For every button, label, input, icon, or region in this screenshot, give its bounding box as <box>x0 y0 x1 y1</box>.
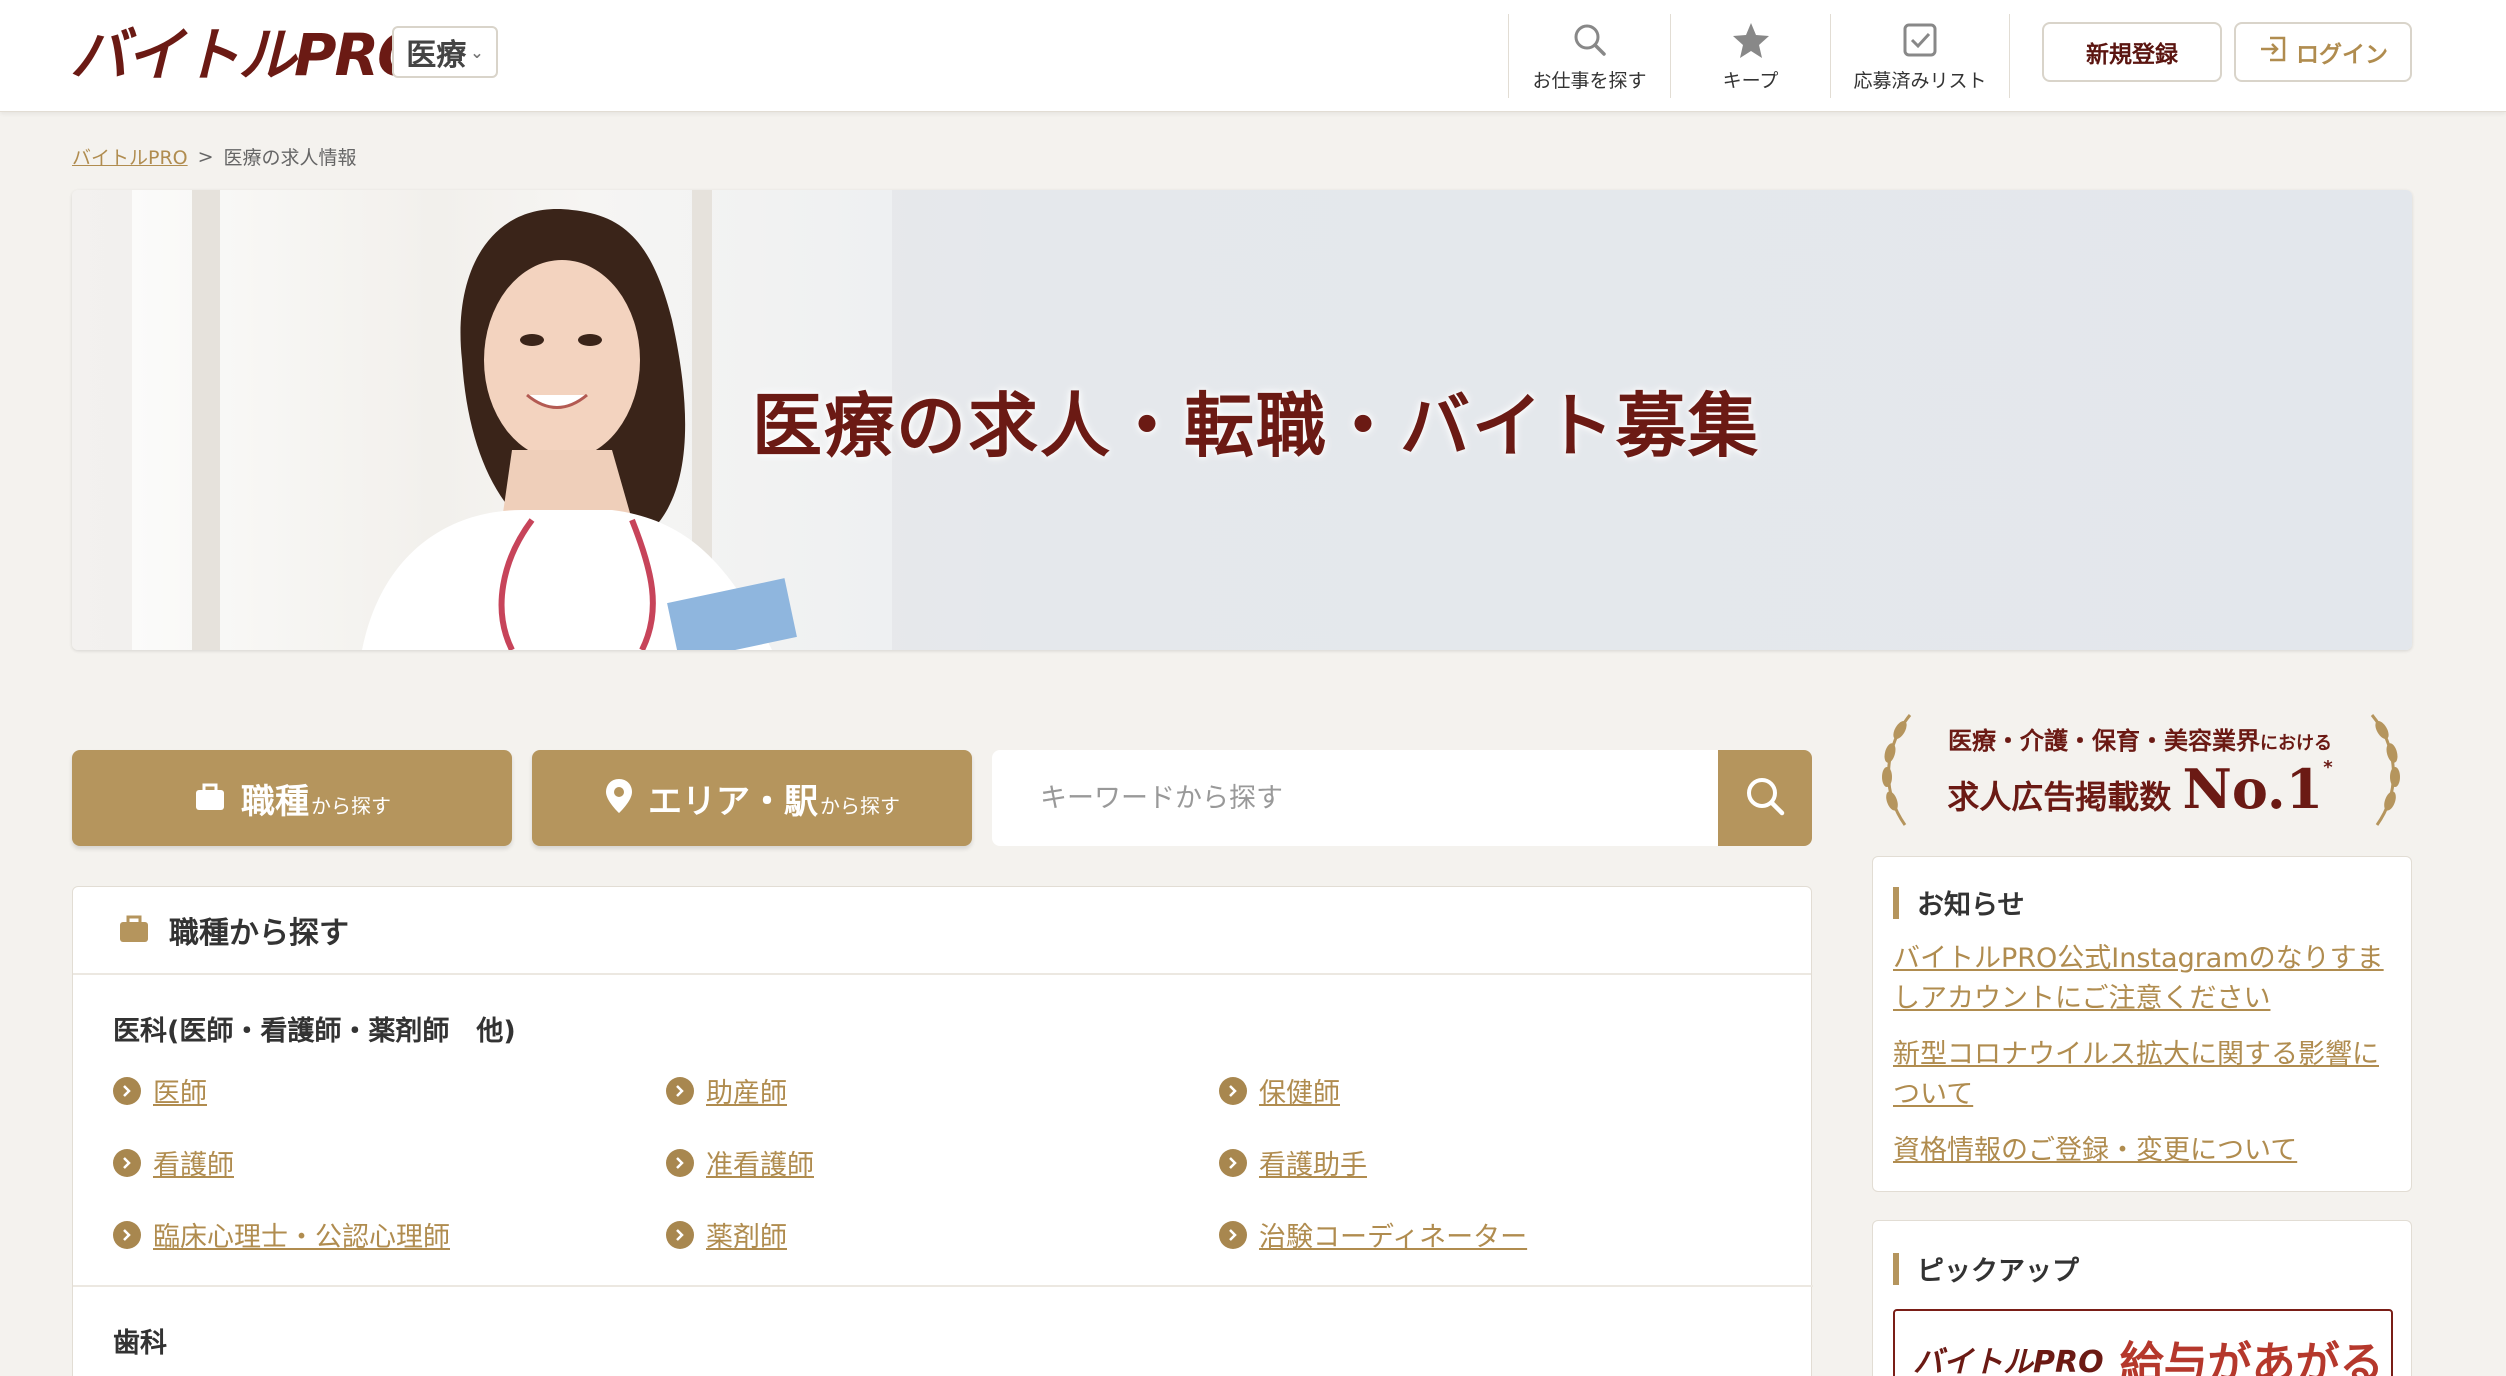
pickup-banner-logo: バイトルPRO <box>1913 1345 2104 1376</box>
pickup-banner-text: 給与があがる <box>2119 1338 2384 1376</box>
job-category-panel: 職種から探す 医科(医師・看護師・薬剤師 他) 医師 助産師 保健師 看護師 准… <box>72 886 1813 1376</box>
chevron-right-icon <box>113 1220 141 1249</box>
job-tab-main: 職種 <box>241 781 309 822</box>
keyword-search-button[interactable] <box>1718 750 1812 846</box>
divider <box>73 1285 1813 1287</box>
job-link[interactable]: 臨床心理士・公認心理師 <box>113 1215 450 1254</box>
keyword-search-input[interactable] <box>992 750 1718 846</box>
job-link[interactable]: 医師 <box>113 1071 207 1110</box>
chevron-right-icon <box>666 1220 694 1249</box>
map-pin-icon <box>604 777 634 819</box>
breadcrumb-separator: > <box>197 145 214 168</box>
award-no1: No.1 <box>2182 757 2324 821</box>
nav-keep-label: キープ <box>1722 69 1779 92</box>
search-by-job-tab[interactable]: 職種 から探す <box>72 750 512 846</box>
nav-search-label: お仕事を探す <box>1532 69 1647 92</box>
job-tab-sub: から探す <box>311 793 391 818</box>
area-tab-main: エリア・駅 <box>648 781 818 822</box>
pickup-heading: ピックアップ <box>1893 1249 2079 1288</box>
search-icon <box>1742 773 1788 823</box>
register-button[interactable]: 新規登録 <box>2042 22 2222 82</box>
notice-link[interactable]: 新型コロナウイルス拡大に関する影響について <box>1893 1035 2393 1115</box>
job-link[interactable]: 准看護師 <box>666 1143 814 1182</box>
area-tab-sub: から探す <box>820 793 900 818</box>
laurel-left-icon <box>1882 714 1912 826</box>
nav-applied-list[interactable]: 応募済みリスト <box>1830 14 2010 98</box>
checkbox-icon <box>1900 20 1940 60</box>
job-link[interactable]: 看護助手 <box>1219 1143 1367 1182</box>
hero-title: 医療の求人・転職・バイト募集 <box>752 385 1760 467</box>
notice-box: お知らせ バイトルPRO公式Instagramのなりすましアカウントにご注意くだ… <box>1872 856 2412 1192</box>
search-by-area-tab[interactable]: エリア・駅 から探す <box>532 750 972 846</box>
breadcrumb-home[interactable]: バイトルPRO <box>72 143 188 170</box>
chevron-right-icon <box>113 1148 141 1177</box>
chevron-right-icon <box>1219 1220 1247 1249</box>
bag-icon <box>117 911 151 949</box>
search-icon <box>1570 20 1610 60</box>
job-panel-header: 職種から探す <box>73 887 1811 975</box>
login-button[interactable]: ログイン <box>2234 22 2412 82</box>
job-link[interactable]: 看護師 <box>113 1143 234 1182</box>
bag-icon <box>193 779 227 817</box>
job-group-title-medical: 医科(医師・看護師・薬剤師 他) <box>113 1016 516 1047</box>
hero-banner: 医療の求人・転職・バイト募集 <box>72 190 2412 650</box>
category-select-label: 医療 <box>406 38 467 73</box>
job-link[interactable]: 薬剤師 <box>666 1215 787 1254</box>
notice-link[interactable]: バイトルPRO公式Instagramのなりすましアカウントにご注意ください <box>1893 939 2393 1019</box>
chevron-down-icon: ⌄ <box>470 42 484 62</box>
login-label: ログイン <box>2296 42 2388 68</box>
award-line2: 求人広告掲載数 No.1* <box>1947 757 2333 821</box>
notice-heading: お知らせ <box>1893 883 2024 922</box>
chevron-right-icon <box>666 1148 694 1177</box>
login-icon <box>2258 34 2288 70</box>
nav-keep[interactable]: キープ <box>1670 14 1830 98</box>
pickup-box: ピックアップ バイトルPRO 給与があがる <box>1872 1220 2412 1376</box>
chevron-right-icon <box>1219 1076 1247 1105</box>
keyword-search-box <box>992 750 1812 846</box>
job-link[interactable]: 助産師 <box>666 1071 787 1110</box>
job-group-title-dental: 歯科 <box>113 1328 167 1359</box>
nav-applied-label: 応募済みリスト <box>1853 69 1987 92</box>
pickup-banner[interactable]: バイトルPRO 給与があがる <box>1893 1309 2393 1376</box>
star-icon <box>1731 20 1771 60</box>
award-line1: 医療・介護・保育・美容業界における <box>1948 727 2332 755</box>
job-link[interactable]: 保健師 <box>1219 1071 1340 1110</box>
notice-link[interactable]: 資格情報のご登録・変更について <box>1893 1131 2393 1171</box>
chevron-right-icon <box>113 1076 141 1105</box>
chevron-right-icon <box>1219 1148 1247 1177</box>
category-select[interactable]: 医療 ⌄ <box>392 26 498 78</box>
site-logo[interactable]: バイトルPRO <box>70 20 426 90</box>
site-header: バイトルPRO 医療 ⌄ お仕事を探す キープ 応募済みリスト 新規登録 ログイ… <box>0 0 2506 112</box>
breadcrumb: バイトルPRO > 医療の求人情報 <box>72 143 357 170</box>
job-panel-title: 職種から探す <box>169 916 349 951</box>
breadcrumb-current: 医療の求人情報 <box>223 147 357 169</box>
award-badge: 医療・介護・保育・美容業界における 求人広告掲載数 No.1* <box>1870 705 2412 835</box>
nav-search-jobs[interactable]: お仕事を探す <box>1508 14 1670 98</box>
chevron-right-icon <box>666 1076 694 1105</box>
job-link[interactable]: 治験コーディネーター <box>1219 1215 1527 1254</box>
laurel-right-icon <box>2370 714 2400 826</box>
